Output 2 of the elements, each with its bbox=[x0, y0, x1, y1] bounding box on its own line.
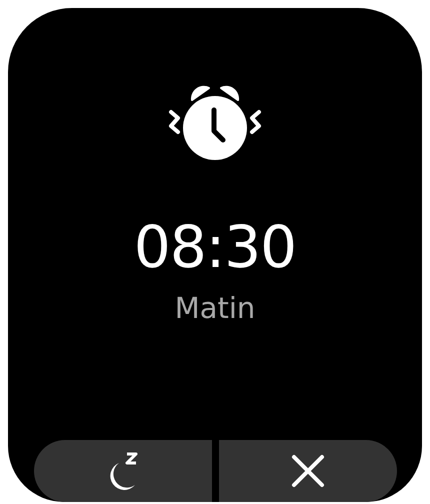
alarm-time: 08:30 bbox=[134, 218, 296, 276]
alarm-period: Matin bbox=[174, 294, 256, 323]
